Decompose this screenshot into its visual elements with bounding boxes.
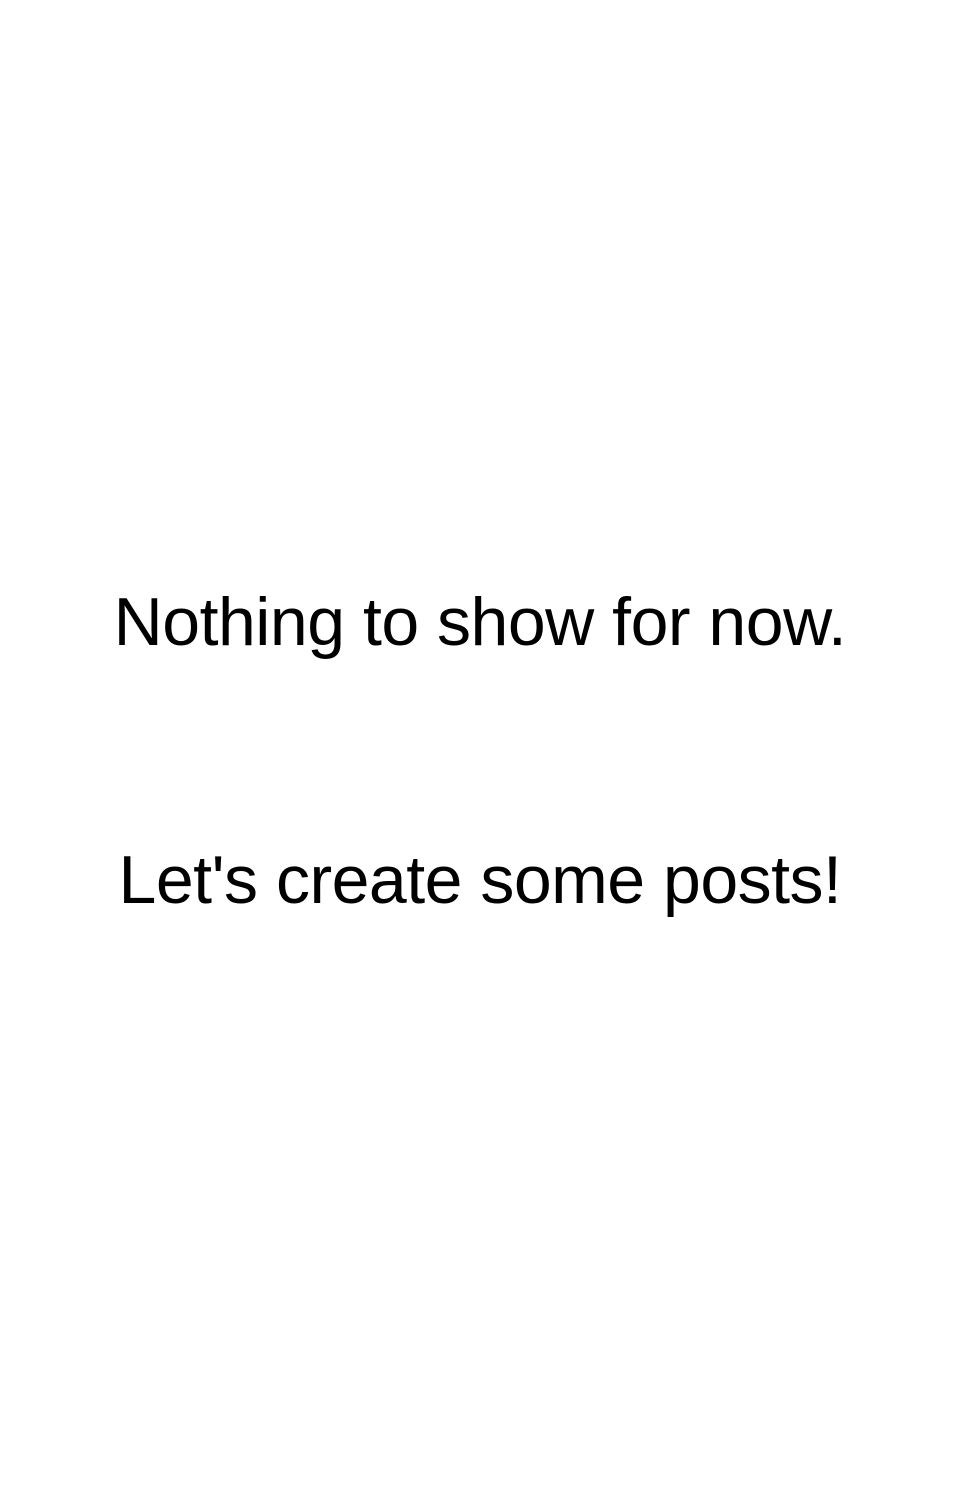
empty-state-call-to-action: Let's create some posts! xyxy=(118,842,842,918)
empty-state-message: Nothing to show for now. xyxy=(113,584,847,660)
empty-state: Nothing to show for now. Let's create so… xyxy=(0,0,960,1500)
